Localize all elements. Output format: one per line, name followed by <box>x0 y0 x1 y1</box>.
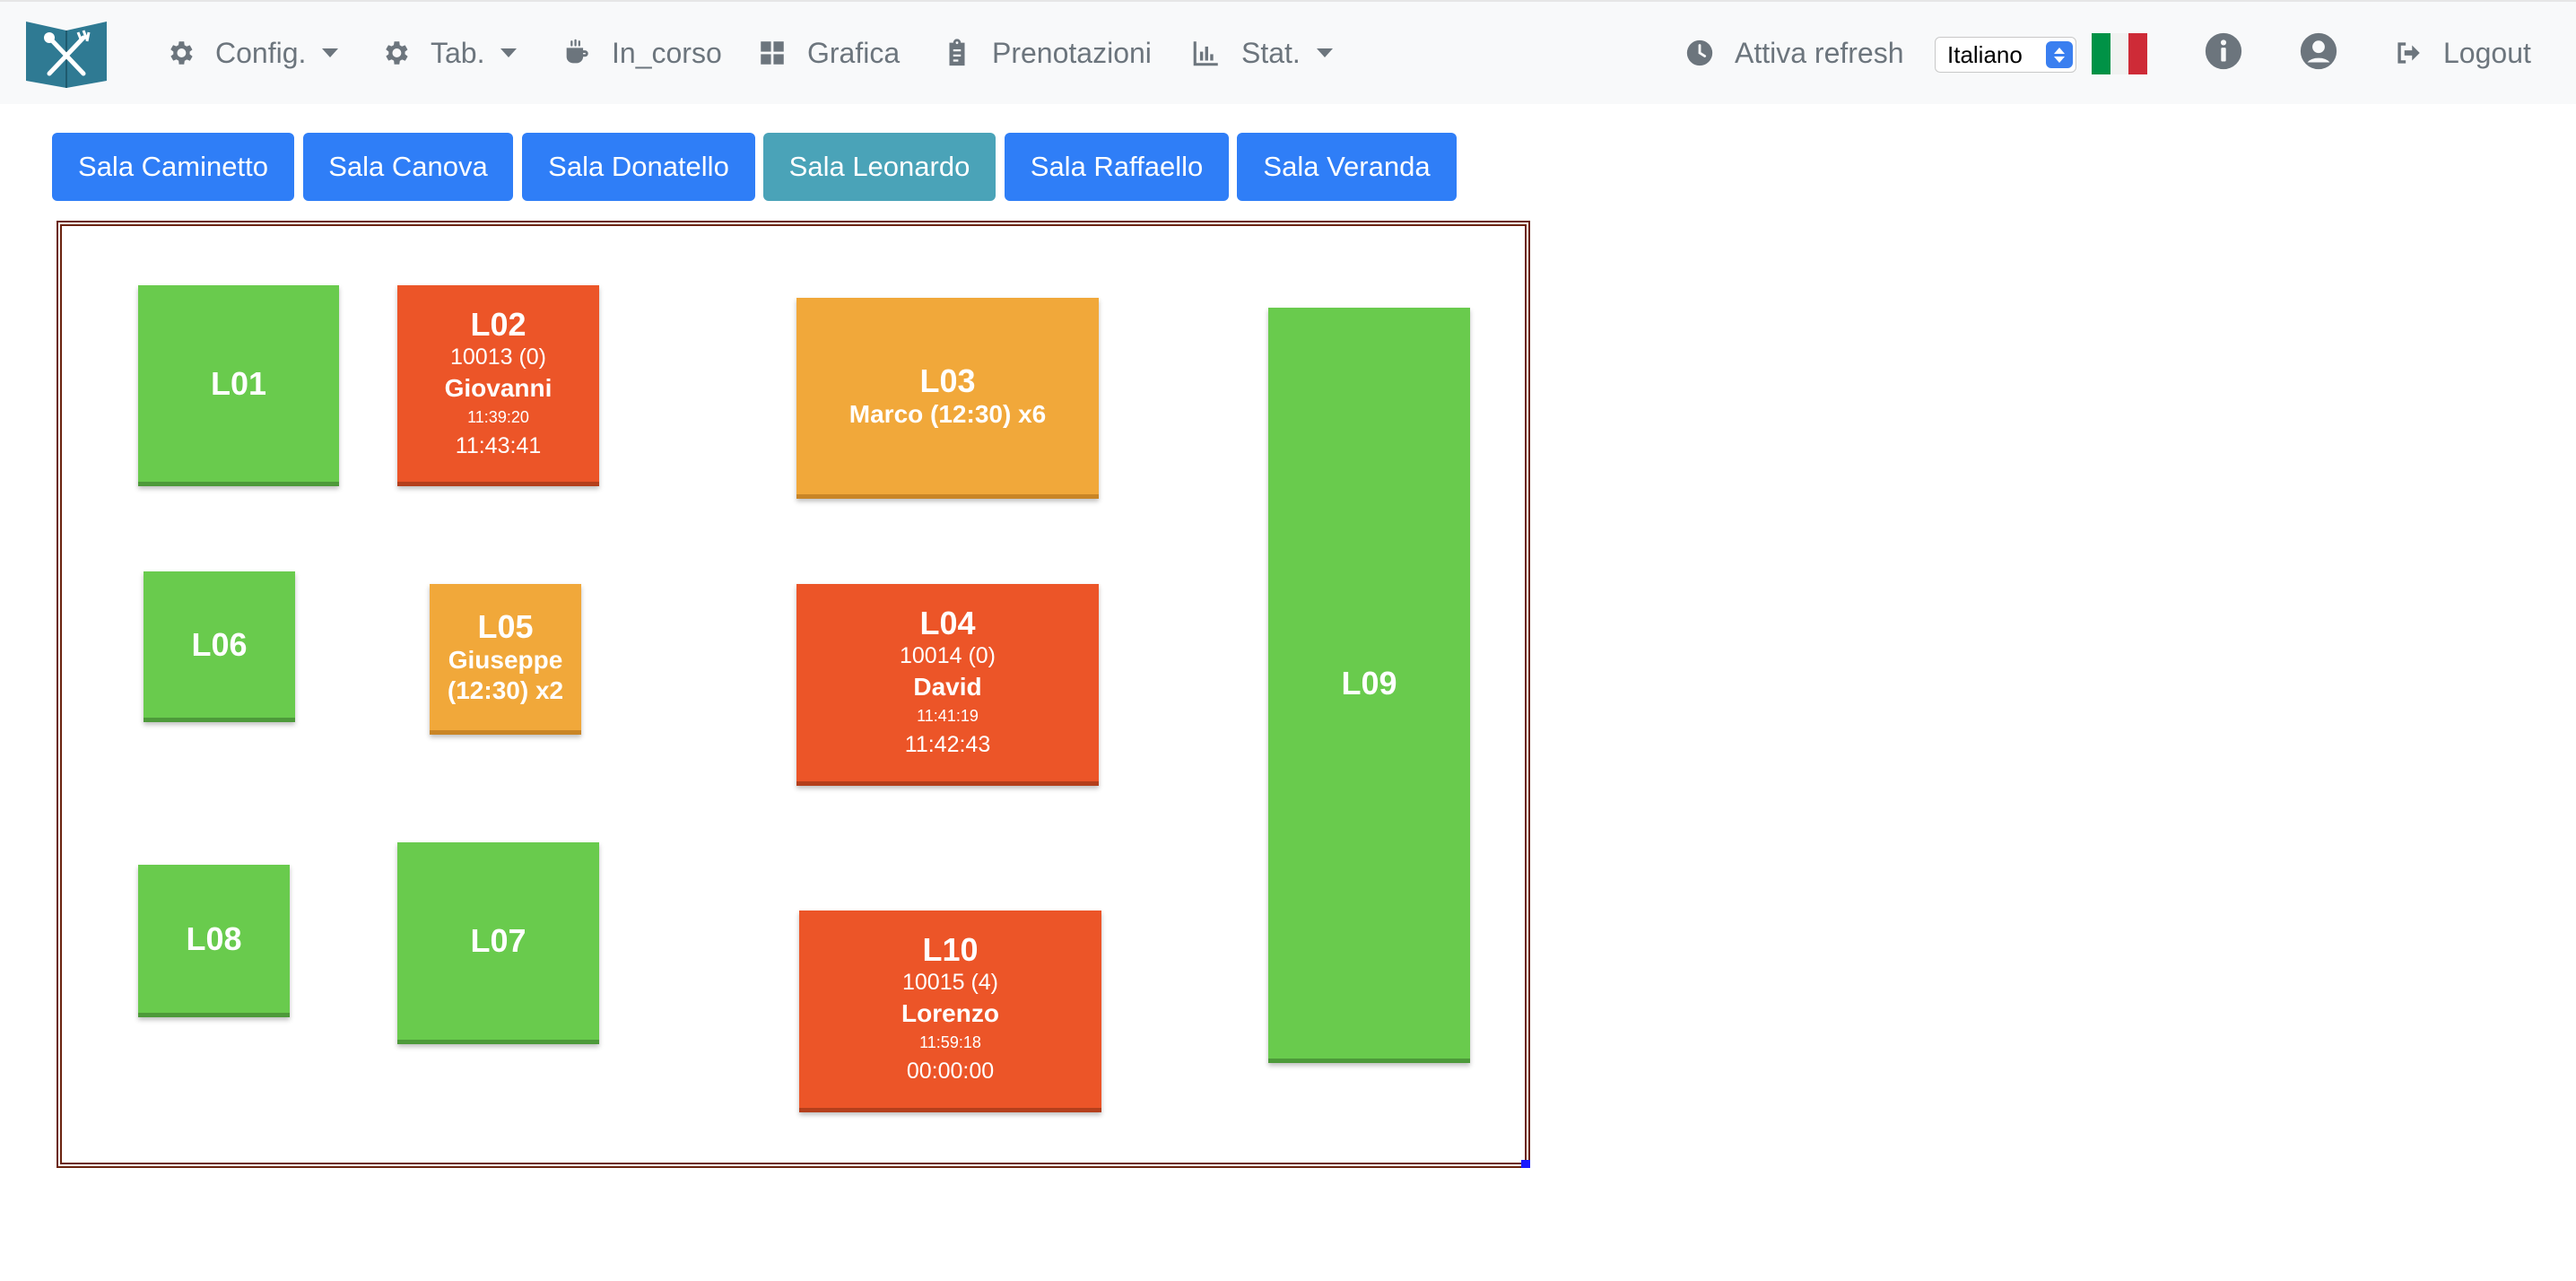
top-navbar: Config. Tab. In_corso Grafica Prenotazio… <box>0 0 2576 104</box>
table-code: L04 <box>919 605 976 641</box>
table-l06[interactable]: L06 <box>144 571 295 722</box>
table-l07[interactable]: L07 <box>397 842 599 1044</box>
reservation-info: Marco (12:30) x6 <box>849 399 1047 428</box>
resize-handle[interactable] <box>1521 1160 1530 1168</box>
table-l02[interactable]: L02 10013 (0) Giovanni 11:39:20 11:43:41 <box>397 285 599 486</box>
table-code: L08 <box>186 919 242 957</box>
table-l04[interactable]: L04 10014 (0) David 11:41:19 11:42:43 <box>796 584 1099 786</box>
nav-prenotazioni[interactable]: Prenotazioni <box>942 29 1152 77</box>
clipboard-icon <box>949 39 965 66</box>
reservation-time: (12:30) x2 <box>447 675 564 704</box>
clock-icon <box>1686 39 1713 66</box>
bar-chart-icon <box>1193 41 1218 66</box>
language-select[interactable]: Italiano <box>1935 37 2076 73</box>
room-tab-raffaello[interactable]: Sala Raffaello <box>1005 133 1229 201</box>
nav-in-corso[interactable]: In_corso <box>561 29 722 77</box>
gear-icon <box>170 41 193 65</box>
table-l03[interactable]: L03 Marco (12:30) x6 <box>796 298 1099 499</box>
table-code: L07 <box>470 922 527 959</box>
room-tab-donatello[interactable]: Sala Donatello <box>522 133 755 201</box>
gear-icon <box>386 41 408 65</box>
table-code: L09 <box>1341 664 1397 702</box>
table-code: L05 <box>477 607 534 645</box>
italian-flag-icon <box>2092 33 2148 74</box>
table-l05[interactable]: L05 Giuseppe (12:30) x2 <box>430 584 581 735</box>
nav-grafica[interactable]: Grafica <box>757 29 900 77</box>
nav-stat-label: Stat. <box>1241 36 1301 69</box>
elapsed-time: 11:42:43 <box>904 732 991 757</box>
nav-tab-label: Tab. <box>431 36 485 69</box>
select-arrows-icon <box>2046 41 2073 68</box>
refresh-label: Attiva refresh <box>1735 36 1904 69</box>
opened-time: 11:39:20 <box>467 407 529 426</box>
nav-config-label: Config. <box>215 36 307 69</box>
chevron-down-icon <box>322 48 339 57</box>
order-number: 10015 (4) <box>901 970 999 995</box>
language-selected: Italiano <box>1947 40 2023 68</box>
flag-stripe-red <box>2128 33 2148 74</box>
customer-name: Giovanni <box>444 373 553 402</box>
table-code: L03 <box>919 362 976 399</box>
table-l01[interactable]: L01 <box>138 285 339 486</box>
table-code: L10 <box>922 931 979 968</box>
nav-grafica-label: Grafica <box>807 36 901 69</box>
room-tab-leonardo[interactable]: Sala Leonardo <box>763 133 996 201</box>
elapsed-time: 00:00:00 <box>906 1059 995 1084</box>
opened-time: 11:41:19 <box>917 707 979 725</box>
nav-prenotazioni-label: Prenotazioni <box>992 36 1152 69</box>
coffee-cup-icon <box>566 39 588 64</box>
restaurant-book-icon[interactable] <box>22 16 110 88</box>
nav-in-corso-label: In_corso <box>612 36 722 69</box>
table-code: L02 <box>470 305 527 343</box>
nav-tab[interactable]: Tab. <box>380 29 518 77</box>
room-tab-caminetto[interactable]: Sala Caminetto <box>52 133 294 201</box>
nav-config[interactable]: Config. <box>165 29 339 77</box>
reservation-name: Giuseppe <box>448 645 563 674</box>
chevron-down-icon <box>500 48 518 57</box>
flag-stripe-green <box>2092 33 2110 74</box>
customer-name: Lorenzo <box>901 999 999 1027</box>
order-number: 10014 (0) <box>899 643 996 668</box>
order-number: 10013 (0) <box>449 344 547 370</box>
table-l09[interactable]: L09 <box>1268 308 1470 1063</box>
flag-stripe-white <box>2110 33 2129 74</box>
table-code: L06 <box>191 625 248 663</box>
logout-button[interactable]: Logout <box>2393 29 2531 77</box>
chevron-down-icon <box>1316 48 1333 57</box>
table-code: L01 <box>210 364 267 402</box>
refresh-toggle[interactable]: Attiva refresh <box>1684 29 1904 77</box>
sign-out-icon <box>2398 42 2420 64</box>
opened-time: 11:59:18 <box>919 1033 981 1051</box>
info-icon[interactable] <box>2203 30 2244 72</box>
table-l10[interactable]: L10 10015 (4) Lorenzo 11:59:18 00:00:00 <box>799 911 1101 1112</box>
nav-stat[interactable]: Stat. <box>1191 29 1333 77</box>
logout-label: Logout <box>2443 36 2531 69</box>
table-l08[interactable]: L08 <box>138 865 290 1017</box>
room-tab-canova[interactable]: Sala Canova <box>303 133 513 201</box>
customer-name: David <box>913 673 982 701</box>
user-circle-icon[interactable] <box>2298 30 2339 72</box>
room-tab-veranda[interactable]: Sala Veranda <box>1237 133 1457 201</box>
grid-icon <box>761 41 784 65</box>
elapsed-time: 11:43:41 <box>455 432 542 458</box>
